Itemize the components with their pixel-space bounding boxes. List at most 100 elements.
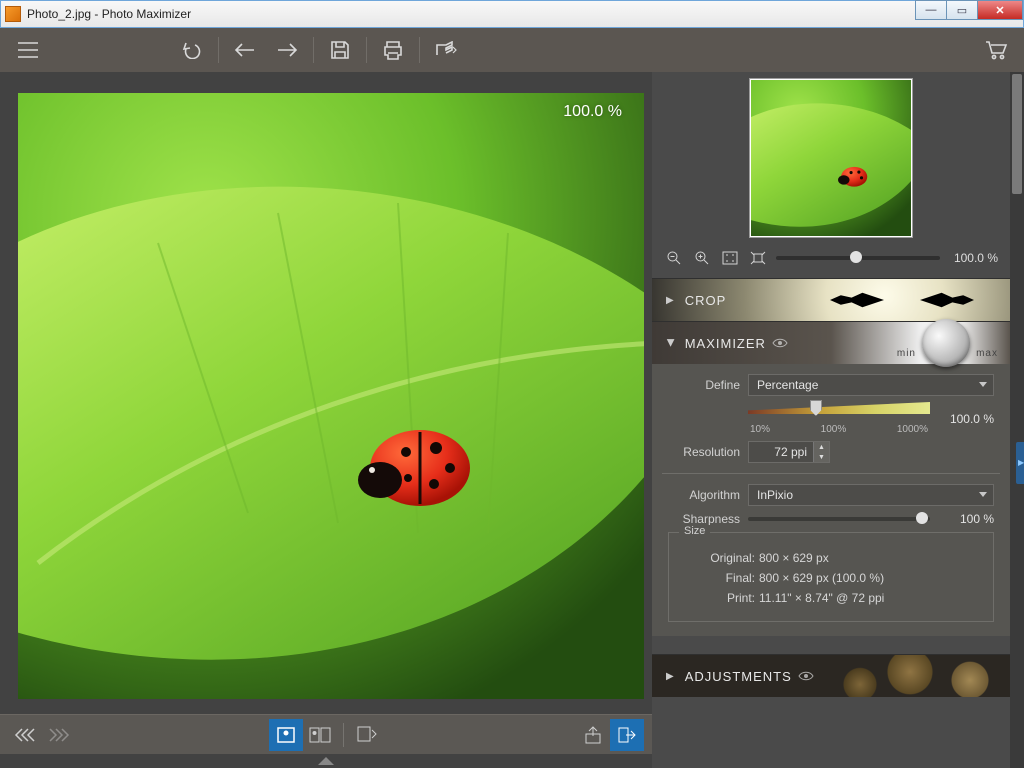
toolbar-separator [419,37,420,63]
back-button[interactable] [225,31,265,69]
zoom-fit-button[interactable] [720,248,740,268]
view-single-button[interactable] [269,719,303,751]
navigator-viewport[interactable] [750,79,912,237]
chevron-down-icon [979,382,987,387]
triple-arrow-left-icon [14,728,36,742]
view-compare-button[interactable] [303,719,337,751]
share-icon [434,41,458,59]
image-canvas[interactable]: 100.0 % [18,93,644,699]
section-maximizer-title: MAXIMIZER [685,336,766,351]
share-button[interactable] [426,31,466,69]
fit-screen-icon [357,726,377,744]
dial-decoration [922,319,970,367]
window-maximize-button[interactable]: ▭ [946,0,978,20]
print-icon [382,40,404,60]
panel-expander-tab[interactable] [1016,442,1024,484]
resolution-spinner[interactable]: 72 ppi ▲▼ [748,441,830,463]
zoom-slider[interactable] [776,256,940,260]
visibility-eye-icon[interactable] [772,336,788,351]
next-image-button[interactable] [42,719,76,751]
arrow-right-icon [276,42,298,58]
chevron-right-icon: ▶ [666,671,675,682]
zoom-fit-icon [722,251,738,265]
section-adjustments-title: ADJUSTMENTS [685,669,792,684]
section-crop-title: CROP [685,293,727,308]
toolbar-separator [313,37,314,63]
chevron-down-icon [979,492,987,497]
size-legend: Size [679,525,710,537]
save-button[interactable] [320,31,360,69]
size-print-value: 11.11" × 8.74" @ 72 ppi [759,591,884,605]
zoom-actual-button[interactable] [748,248,768,268]
export-up-button[interactable] [576,719,610,751]
size-final-value: 800 × 629 px (100.0 %) [759,571,884,585]
footer-separator [343,723,344,747]
size-print-key: Print: [699,591,755,605]
zoom-out-button[interactable] [664,248,684,268]
gears-decoration [810,655,1010,697]
tick-10: 10% [750,424,770,435]
zoom-out-icon [667,251,681,265]
export-up-icon [584,726,602,744]
undo-icon [181,41,203,59]
right-panel-scrollbar[interactable] [1010,72,1024,768]
section-maximizer-header[interactable]: ▶ MAXIMIZER min max [652,322,1010,364]
resolution-label: Resolution [668,445,740,459]
hamburger-icon [17,41,39,59]
triple-arrow-right-icon [48,728,70,742]
cart-button[interactable] [976,31,1016,69]
chevron-up-icon [318,757,334,765]
tick-1000: 1000% [897,424,928,435]
chevron-right-icon: ▶ [666,295,675,306]
window-close-button[interactable]: ✕ [977,0,1023,20]
window-minimize-button[interactable]: — [915,0,947,20]
menu-button[interactable] [8,31,48,69]
navigator-zoom-value: 100.0 % [948,251,998,265]
min-label: min [897,348,916,359]
sharpness-slider[interactable] [748,517,930,521]
algorithm-select[interactable]: InPixio [748,484,994,506]
zoom-actual-icon [750,251,766,265]
navigator-thumbnail[interactable] [749,78,913,238]
undo-button[interactable] [172,31,212,69]
section-crop-header[interactable]: ▶ CROP [652,279,1010,321]
size-original-value: 800 × 629 px [759,551,829,565]
section-maximizer-body: Define Percentage [652,364,1010,636]
section-adjustments-header[interactable]: ▶ ADJUSTMENTS [652,655,1010,697]
zoom-in-icon [695,251,709,265]
forward-button[interactable] [267,31,307,69]
sharpness-label: Sharpness [668,512,740,526]
zoom-in-button[interactable] [692,248,712,268]
canvas-zoom-label: 100.0 % [563,103,622,121]
filmstrip-toggle[interactable] [0,754,652,768]
window-titlebar: Photo_2.jpg - Photo Maximizer — ▭ ✕ [0,0,1024,28]
photo-content [18,93,644,699]
scrollbar-thumb[interactable] [1012,74,1022,194]
size-original-key: Original: [699,551,755,565]
algorithm-label: Algorithm [668,488,740,502]
save-icon [330,40,350,60]
prev-image-button[interactable] [8,719,42,751]
size-final-key: Final: [699,571,755,585]
tick-100: 100% [821,424,847,435]
crop-decoration [812,279,992,321]
toolbar-separator [366,37,367,63]
spinner-up-icon[interactable]: ▲ [813,442,829,452]
define-select[interactable]: Percentage [748,374,994,396]
canvas-footer-bar [0,714,652,754]
slider-knob[interactable] [850,251,862,263]
max-label: max [976,348,998,359]
sharpness-value: 100 % [938,512,994,526]
export-right-button[interactable] [610,719,644,751]
resolution-value: 72 ppi [749,445,813,459]
print-button[interactable] [373,31,413,69]
size-info-box: Size Original:800 × 629 px Final:800 × 6… [668,532,994,622]
define-select-value: Percentage [757,378,818,392]
compare-view-icon [309,727,331,743]
window-title: Photo_2.jpg - Photo Maximizer [27,7,191,21]
slider-knob[interactable] [916,512,928,524]
single-view-icon [277,727,295,743]
fit-screen-button[interactable] [350,719,384,751]
spinner-down-icon[interactable]: ▼ [813,452,829,462]
define-percentage-slider[interactable] [748,402,930,422]
